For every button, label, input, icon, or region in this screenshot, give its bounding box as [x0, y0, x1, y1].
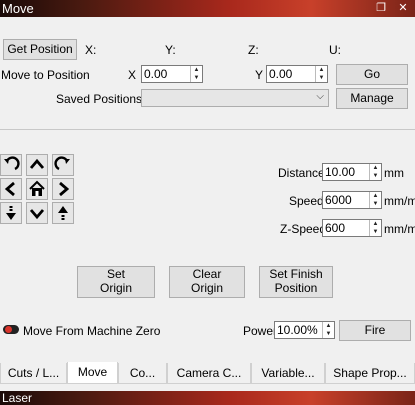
x-position-label: X:	[85, 43, 97, 57]
speed-label: Speed	[289, 194, 324, 208]
z-down-icon	[6, 206, 16, 220]
y-field-label: Y	[255, 68, 264, 82]
window-title: Move	[2, 1, 34, 16]
z-position-label: Z:	[248, 43, 259, 57]
z-speed-input[interactable]: 600 ▲ ▼	[322, 219, 382, 237]
arrow-up-icon	[29, 158, 45, 169]
jog-up-button[interactable]	[26, 154, 48, 176]
jog-left-button[interactable]	[0, 178, 22, 200]
power-spin-arrows[interactable]: ▲ ▼	[322, 322, 334, 338]
set-finish-position-button[interactable]: Set Finish Position	[259, 266, 333, 298]
x-position-input[interactable]: 0.00 ▲ ▼	[141, 65, 203, 83]
x-position-value: 0.00	[144, 67, 168, 81]
power-input[interactable]: 10.00% ▲ ▼	[274, 321, 335, 339]
window-titlebar[interactable]: Move ❐ ✕	[0, 0, 415, 17]
home-icon	[29, 180, 45, 196]
distance-spin-arrows[interactable]: ▲ ▼	[369, 164, 381, 180]
set-origin-button[interactable]: Set Origin	[77, 266, 155, 298]
distance-input[interactable]: 10.00 ▲ ▼	[322, 163, 382, 181]
y-spin-arrows[interactable]: ▲ ▼	[315, 66, 327, 82]
saved-positions-value	[142, 90, 145, 104]
speed-unit: mm/m	[384, 194, 415, 208]
x-spin-arrows[interactable]: ▲ ▼	[190, 66, 202, 82]
z-speed-label: Z-Speed	[280, 222, 327, 236]
distance-label: Distance	[278, 166, 325, 180]
z-up-icon	[58, 206, 68, 220]
u-position-label: U:	[329, 43, 341, 57]
rotate-cw-icon	[54, 156, 70, 171]
jog-right-button[interactable]	[52, 178, 74, 200]
get-position-button[interactable]: Get Position	[3, 39, 77, 60]
z-up-button[interactable]	[52, 202, 74, 224]
y-position-label: Y:	[165, 43, 176, 57]
z-speed-unit: mm/m	[384, 222, 415, 236]
y-position-value: 0.00	[269, 67, 293, 81]
chevron-down-icon: ⌵	[316, 91, 324, 102]
move-from-machine-zero-toggle[interactable]	[3, 325, 19, 334]
arrow-left-icon	[4, 181, 15, 197]
move-from-machine-zero-label: Move From Machine Zero	[23, 324, 161, 338]
rotate-cw-button[interactable]	[52, 154, 74, 176]
z-speed-spin-arrows[interactable]: ▲ ▼	[369, 220, 381, 236]
saved-positions-dropdown[interactable]: ⌵	[141, 89, 329, 107]
laser-window-titlebar[interactable]: Laser	[0, 391, 415, 405]
distance-value: 10.00	[325, 165, 356, 179]
z-down-button[interactable]	[0, 202, 22, 224]
rotate-ccw-icon	[4, 156, 20, 171]
tab-cuts-layers[interactable]: Cuts / L...	[0, 363, 67, 384]
tab-move[interactable]: Move	[67, 362, 118, 384]
tab-variable-text[interactable]: Variable...	[251, 363, 325, 384]
home-button[interactable]	[26, 178, 48, 200]
clear-origin-button[interactable]: Clear Origin	[169, 266, 245, 298]
move-to-position-label: Move to Position	[1, 68, 90, 82]
speed-input[interactable]: 6000 ▲ ▼	[322, 191, 382, 209]
go-button[interactable]: Go	[336, 64, 408, 85]
power-label: Power	[243, 324, 278, 338]
jog-down-button[interactable]	[26, 202, 48, 224]
rotate-ccw-button[interactable]	[0, 154, 22, 176]
section-divider	[0, 129, 415, 130]
tab-camera-control[interactable]: Camera C...	[167, 363, 251, 384]
power-value: 10.00%	[277, 323, 318, 337]
speed-spin-arrows[interactable]: ▲ ▼	[369, 192, 381, 208]
close-icon[interactable]: ✕	[396, 0, 410, 17]
restore-icon[interactable]: ❐	[374, 0, 388, 17]
tab-console[interactable]: Co...	[118, 363, 167, 384]
fire-button[interactable]: Fire	[339, 320, 411, 341]
arrow-right-icon	[59, 181, 70, 197]
z-speed-value: 600	[325, 221, 346, 235]
tab-shape-properties[interactable]: Shape Prop...	[325, 363, 415, 384]
arrow-down-icon	[29, 209, 45, 220]
y-position-input[interactable]: 0.00 ▲ ▼	[266, 65, 328, 83]
saved-positions-label: Saved Positions:	[56, 92, 146, 106]
toggle-knob	[5, 326, 12, 333]
x-field-label: X	[128, 68, 137, 82]
manage-button[interactable]: Manage	[336, 88, 408, 109]
distance-unit: mm	[384, 166, 404, 180]
speed-value: 6000	[325, 193, 352, 207]
laser-window-title: Laser	[2, 391, 33, 405]
